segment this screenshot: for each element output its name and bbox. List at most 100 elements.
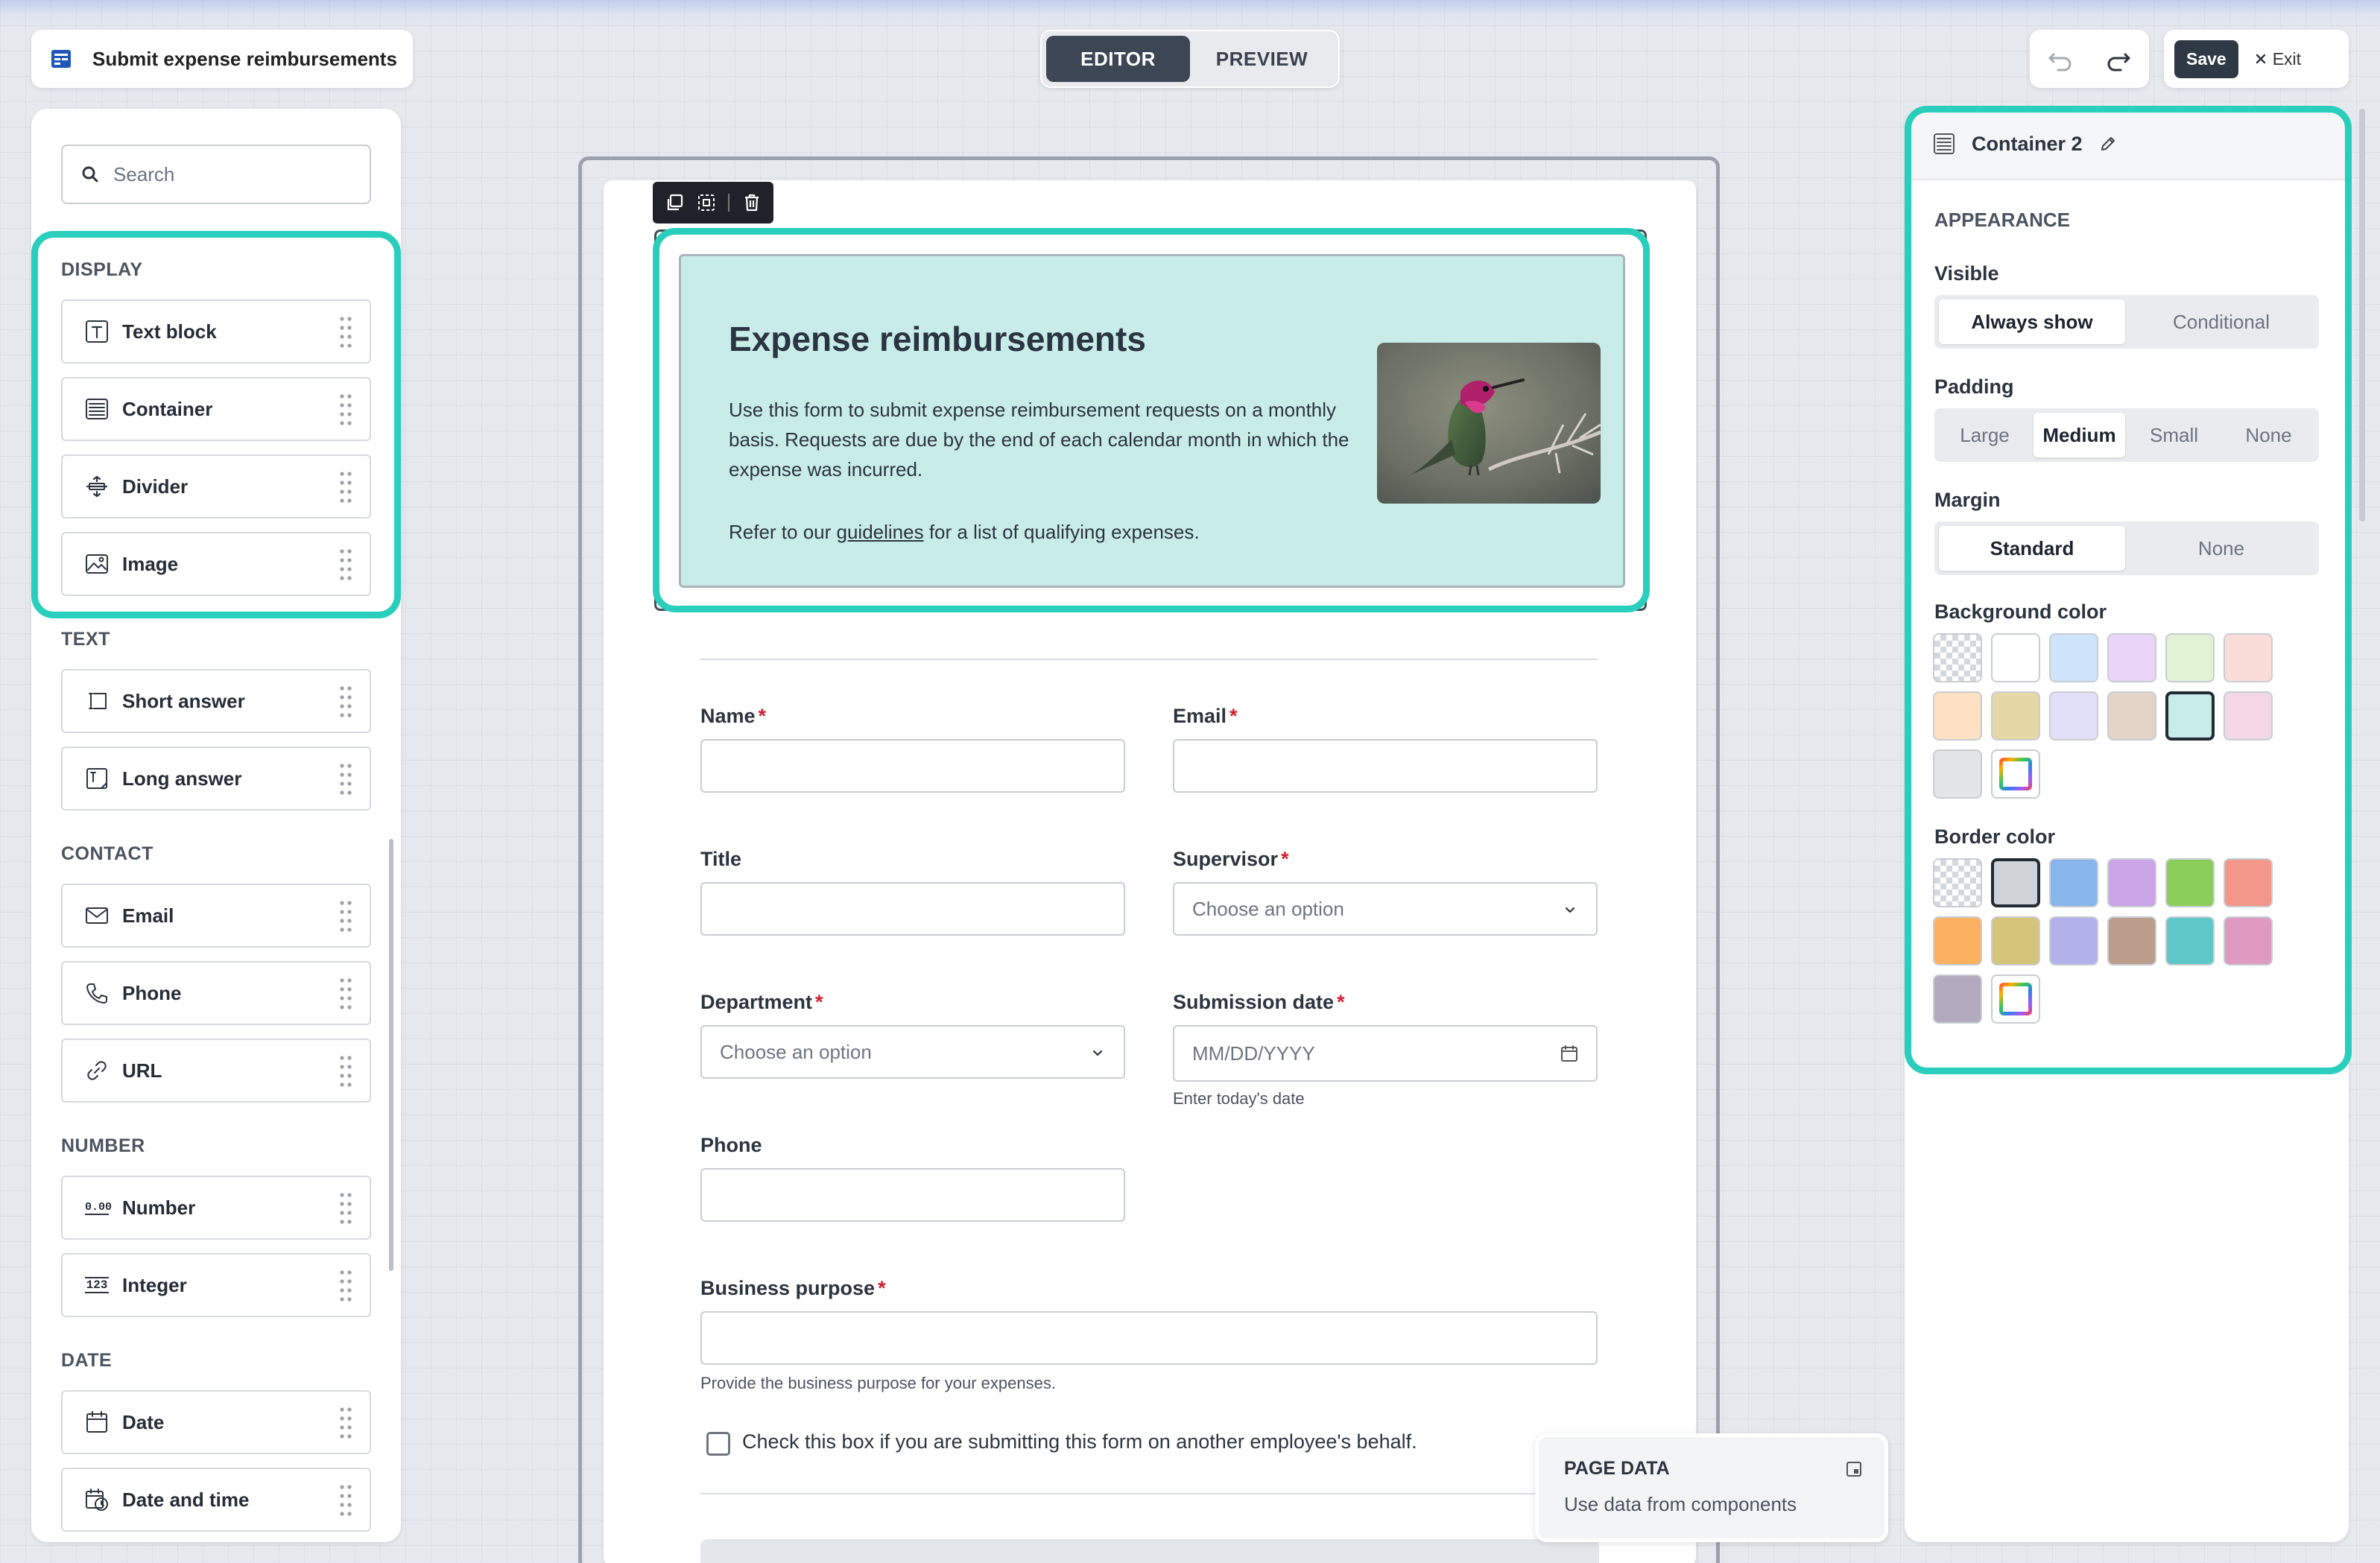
short-answer-icon: [85, 689, 109, 713]
page-data-panel[interactable]: PAGE DATA Use data from components: [1535, 1433, 1888, 1542]
palette-item-date-and-time[interactable]: Date and time: [61, 1468, 371, 1532]
palette-item-number[interactable]: 0.00 Number: [61, 1176, 371, 1240]
border-color-swatch[interactable]: [2049, 858, 2098, 907]
border-color-swatch[interactable]: [2107, 858, 2156, 907]
undo-icon[interactable]: [2045, 44, 2074, 74]
border-color-swatch[interactable]: [2165, 858, 2215, 907]
palette-item-phone[interactable]: Phone: [61, 961, 371, 1025]
palette-item-text-block[interactable]: Text block: [61, 299, 371, 364]
visible-option-conditional[interactable]: Conditional: [2128, 299, 2314, 344]
calendar-icon[interactable]: [1560, 1044, 1578, 1062]
border-color-swatch[interactable]: [2224, 916, 2273, 966]
background-color-swatch[interactable]: [1991, 633, 2040, 682]
supervisor-select[interactable]: Choose an option: [1173, 882, 1598, 936]
border-color-swatch[interactable]: [1991, 916, 2040, 966]
border-color-swatch[interactable]: [1933, 974, 1982, 1024]
border-color-swatch[interactable]: [2049, 916, 2098, 966]
background-color-swatch[interactable]: [2165, 633, 2215, 682]
palette-item-container[interactable]: Container: [61, 377, 371, 441]
submission-date-label: Submission date *: [1173, 991, 1345, 1014]
label-text: Submission date: [1173, 991, 1335, 1013]
select-parent-icon[interactable]: [697, 193, 716, 212]
padding-option-large[interactable]: Large: [1939, 413, 2031, 457]
palette-item-date[interactable]: Date: [61, 1390, 371, 1454]
edit-name-icon[interactable]: [2099, 135, 2117, 153]
on-behalf-checkbox[interactable]: [706, 1432, 730, 1456]
padding-option-none[interactable]: None: [2223, 413, 2314, 457]
background-color-swatch[interactable]: [2165, 691, 2215, 741]
border-color-swatch[interactable]: [1933, 916, 1982, 966]
drag-handle-icon[interactable]: [338, 316, 353, 349]
inspector-scrollbar[interactable]: [2359, 109, 2365, 521]
border-color-swatch[interactable]: [2107, 916, 2156, 966]
component-palette: Search DISPLAY Text block Container Divi…: [31, 109, 401, 1542]
business-purpose-label: Business purpose *: [700, 1277, 886, 1300]
palette-item-image[interactable]: Image: [61, 532, 371, 596]
department-select[interactable]: Choose an option: [700, 1025, 1125, 1079]
email-field[interactable]: [1173, 739, 1598, 793]
delete-icon[interactable]: [742, 193, 762, 212]
background-color-swatch[interactable]: [2224, 633, 2273, 682]
border-color-swatch-custom[interactable]: [1991, 974, 2040, 1024]
redo-icon[interactable]: [2104, 44, 2134, 74]
drag-handle-icon[interactable]: [338, 393, 353, 426]
drag-handle-icon[interactable]: [338, 1407, 353, 1439]
background-color-swatch[interactable]: [1991, 691, 2040, 741]
name-field[interactable]: [700, 739, 1125, 793]
background-color-swatch[interactable]: [2049, 691, 2098, 741]
palette-item-divider[interactable]: Divider: [61, 454, 371, 519]
exit-button[interactable]: Exit: [2255, 49, 2301, 69]
border-color-swatch-transparent[interactable]: [1933, 858, 1982, 907]
drag-handle-icon[interactable]: [338, 977, 353, 1010]
padding-option-small[interactable]: Small: [2128, 413, 2220, 457]
palette-item-email[interactable]: Email: [61, 884, 371, 948]
drag-handle-icon[interactable]: [338, 1055, 353, 1088]
border-color-swatch[interactable]: [1991, 858, 2040, 907]
palette-item-short-answer[interactable]: Short answer: [61, 669, 371, 733]
palette-item-label: Integer: [122, 1273, 187, 1296]
palette-scrollbar[interactable]: [389, 839, 393, 1271]
padding-option-medium[interactable]: Medium: [2034, 413, 2125, 457]
save-button[interactable]: Save: [2174, 39, 2238, 78]
palette-item-integer[interactable]: 123 Integer: [61, 1253, 371, 1317]
background-color-swatch-custom[interactable]: [1991, 749, 2040, 799]
drag-handle-icon[interactable]: [338, 1269, 353, 1302]
palette-item-url[interactable]: URL: [61, 1039, 371, 1103]
drag-handle-icon[interactable]: [338, 763, 353, 796]
background-color-swatch[interactable]: [1933, 691, 1982, 741]
background-color-swatch-transparent[interactable]: [1933, 633, 1982, 682]
drag-handle-icon[interactable]: [338, 685, 353, 718]
business-purpose-field[interactable]: [700, 1311, 1598, 1365]
palette-item-label: Image: [122, 552, 179, 575]
duplicate-icon[interactable]: [665, 193, 684, 212]
container-body: Expense reimbursements Use this form to …: [679, 254, 1625, 588]
background-color-swatch[interactable]: [2049, 633, 2098, 682]
drag-handle-icon[interactable]: [338, 900, 353, 933]
search-input[interactable]: Search: [61, 145, 371, 204]
guidelines-link[interactable]: guidelines: [837, 521, 924, 543]
palette-item-long-answer[interactable]: Long answer: [61, 746, 371, 811]
title-field[interactable]: [700, 882, 1125, 936]
tab-preview[interactable]: PREVIEW: [1190, 36, 1334, 82]
label-text: Name: [700, 705, 756, 727]
background-color-swatch[interactable]: [1933, 749, 1982, 799]
tab-editor[interactable]: EDITOR: [1046, 36, 1190, 82]
background-color-swatch[interactable]: [2224, 691, 2273, 741]
required-marker: *: [758, 705, 767, 727]
expand-panel-icon[interactable]: [1846, 1461, 1862, 1477]
drag-handle-icon[interactable]: [338, 1484, 353, 1517]
border-color-swatch[interactable]: [2224, 858, 2273, 907]
background-color-swatch[interactable]: [2107, 633, 2156, 682]
border-color-swatch[interactable]: [2165, 916, 2215, 966]
background-color-swatch[interactable]: [2107, 691, 2156, 741]
visible-option-always-show[interactable]: Always show: [1939, 299, 2125, 344]
phone-field[interactable]: [700, 1168, 1125, 1222]
drag-handle-icon[interactable]: [338, 471, 353, 504]
margin-option-none[interactable]: None: [2128, 526, 2314, 571]
text-block-icon: [85, 320, 109, 343]
margin-option-standard[interactable]: Standard: [1939, 526, 2125, 571]
drag-handle-icon[interactable]: [338, 548, 353, 581]
drag-handle-icon[interactable]: [338, 1192, 353, 1225]
submission-date-field[interactable]: MM/DD/YYYY: [1173, 1025, 1598, 1082]
selected-container[interactable]: Expense reimbursements Use this form to …: [654, 229, 1647, 611]
